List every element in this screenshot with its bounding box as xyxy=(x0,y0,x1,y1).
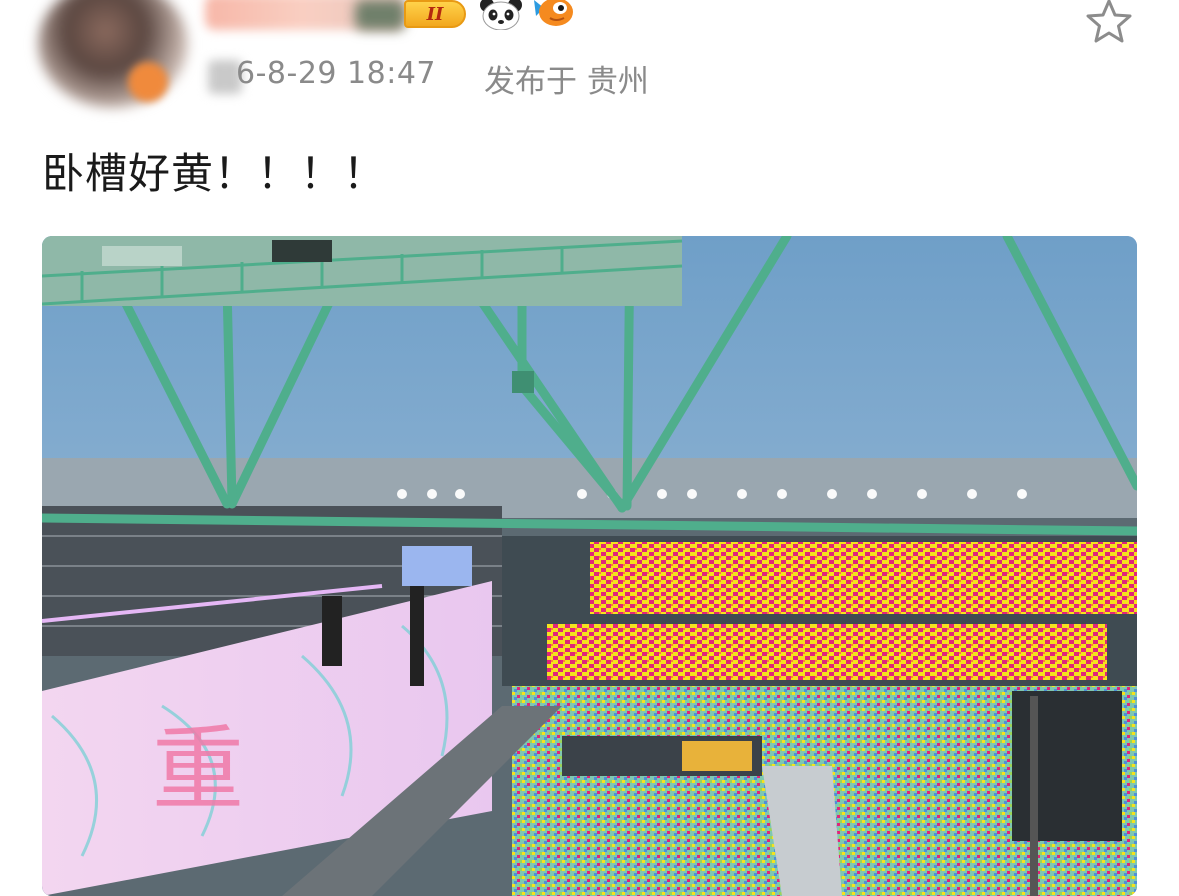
weibo-post: II 6-8-29 18:47 发布于 贵州 卧槽好黄！！！！ 重 xyxy=(0,0,1179,896)
level-badge-label: II xyxy=(426,3,444,25)
panda-emoji-icon xyxy=(480,0,522,30)
blurred-badge xyxy=(355,0,405,30)
avatar-badge-icon xyxy=(128,62,168,102)
post-timestamp: 6-8-29 18:47 xyxy=(236,56,436,91)
star-icon[interactable] xyxy=(1084,0,1134,44)
photo-illustration: 重 xyxy=(42,236,1137,896)
avatar[interactable] xyxy=(38,0,188,108)
screen-character: 重 xyxy=(152,716,244,823)
post-text: 卧槽好黄！！！！ xyxy=(42,149,387,198)
fish-emoji-icon xyxy=(534,0,573,26)
level-badge[interactable]: II xyxy=(404,0,466,28)
post-location: 发布于 贵州 xyxy=(484,64,649,100)
stadium-concert-photo[interactable]: 重 xyxy=(42,236,1137,896)
